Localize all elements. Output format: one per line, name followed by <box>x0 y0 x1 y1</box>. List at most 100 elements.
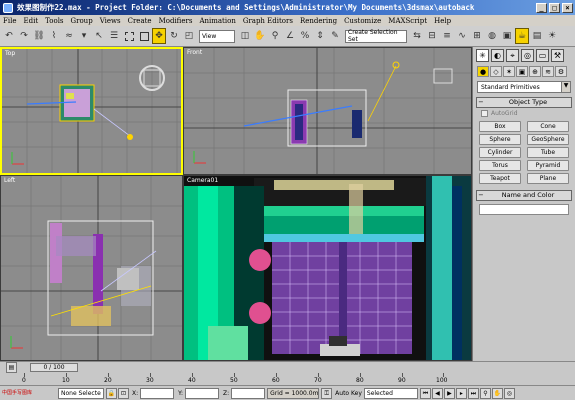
viewport-front[interactable]: Front <box>183 47 472 175</box>
select-by-name-icon[interactable]: ☰ <box>107 28 121 44</box>
menu-file[interactable]: File <box>3 17 16 25</box>
display-tab-icon[interactable]: ▭ <box>536 49 549 62</box>
geosphere-button[interactable]: GeoSphere <box>527 134 569 145</box>
named-selection-sets-dropdown[interactable]: Create Selection Set <box>345 29 407 43</box>
viewport-top[interactable]: Top <box>0 47 183 175</box>
shapes-icon[interactable]: ◇ <box>490 66 502 77</box>
hierarchy-tab-icon[interactable]: ⌖ <box>506 49 519 62</box>
box-button[interactable]: Box <box>479 121 521 132</box>
link-icon[interactable]: ⛓ <box>32 28 46 44</box>
auto-key-button[interactable]: Auto Key <box>335 390 362 397</box>
play-icon[interactable]: ▶ <box>443 387 455 399</box>
motion-tab-icon[interactable]: ◎ <box>521 49 534 62</box>
rectangular-selection-icon[interactable] <box>122 28 136 44</box>
select-object-icon[interactable]: ↖ <box>92 28 106 44</box>
viewport-camera[interactable]: Camera01 <box>183 175 472 361</box>
menu-graph-editors[interactable]: Graph Editors <box>243 17 293 25</box>
select-and-rotate-icon[interactable]: ↻ <box>167 28 181 44</box>
previous-frame-icon[interactable]: ◀ <box>431 387 443 399</box>
render-type-icon[interactable]: ▤ <box>530 28 544 44</box>
utilities-tab-icon[interactable]: ⚒ <box>551 49 564 62</box>
menu-create[interactable]: Create <box>128 17 152 25</box>
edit-named-selections-icon[interactable]: ✎ <box>328 28 342 44</box>
material-editor-icon[interactable]: ◍ <box>485 28 499 44</box>
select-and-move-icon[interactable]: ✥ <box>152 28 166 44</box>
go-to-start-icon[interactable]: ⏮ <box>419 387 431 399</box>
autogrid-checkbox[interactable]: AutoGrid <box>481 110 567 117</box>
spinner-snap-icon[interactable]: ⇕ <box>313 28 327 44</box>
tube-button[interactable]: Tube <box>527 147 569 158</box>
undo-icon[interactable]: ↶ <box>2 28 16 44</box>
layer-manager-icon[interactable]: ≡ <box>440 28 454 44</box>
menu-edit[interactable]: Edit <box>23 17 38 25</box>
quick-render-icon[interactable]: ☕ <box>515 28 529 44</box>
menu-rendering[interactable]: Rendering <box>300 17 337 25</box>
viewport-left[interactable]: Left <box>0 175 183 361</box>
geometry-icon[interactable]: ● <box>477 66 489 77</box>
object-name-field[interactable] <box>479 204 569 215</box>
torus-button[interactable]: Torus <box>479 160 521 171</box>
menu-maxscript[interactable]: MAXScript <box>388 17 427 25</box>
space-warps-icon[interactable]: ≋ <box>542 66 554 77</box>
x-coordinate-field[interactable] <box>140 387 175 399</box>
create-tab-icon[interactable]: ✳ <box>476 49 489 62</box>
helpers-icon[interactable]: ⊕ <box>529 66 541 77</box>
plane-button[interactable]: Plane <box>527 173 569 184</box>
tick-label: 50 <box>230 377 238 384</box>
name-and-color-rollout[interactable]: − Name and Color <box>476 190 572 201</box>
menu-customize[interactable]: Customize <box>344 17 381 25</box>
pyramid-button[interactable]: Pyramid <box>527 160 569 171</box>
transform-mode-icon[interactable]: ⊡ <box>118 387 129 399</box>
cone-button[interactable]: Cone <box>527 121 569 132</box>
snaps-toggle-icon[interactable]: ⚲ <box>268 28 282 44</box>
object-type-rollout[interactable]: − Object Type <box>476 97 572 108</box>
key-icon[interactable]: ⚿ <box>321 387 333 399</box>
menu-help[interactable]: Help <box>434 17 451 25</box>
angle-snap-icon[interactable]: ∠ <box>283 28 297 44</box>
render-scene-icon[interactable]: ▣ <box>500 28 514 44</box>
time-slider[interactable]: 0 / 100 <box>30 363 78 372</box>
active-shade-icon[interactable]: ☀ <box>545 28 559 44</box>
next-frame-icon[interactable]: ▸ <box>455 387 467 399</box>
curve-editor-icon[interactable]: ∿ <box>455 28 469 44</box>
go-to-end-icon[interactable]: ⏭ <box>467 387 479 399</box>
systems-icon[interactable]: ⚙ <box>555 66 567 77</box>
minimize-button[interactable]: _ <box>536 2 547 13</box>
menu-tools[interactable]: Tools <box>45 17 63 25</box>
cylinder-button[interactable]: Cylinder <box>479 147 521 158</box>
menu-group[interactable]: Group <box>71 17 93 25</box>
unlink-icon[interactable]: ⌇ <box>47 28 61 44</box>
primitive-category-dropdown[interactable]: Standard Primitives ▼ <box>477 81 571 93</box>
select-and-manipulate-icon[interactable]: ✋ <box>253 28 267 44</box>
z-coordinate-field[interactable] <box>231 387 266 399</box>
bind-space-warp-icon[interactable]: ≈ <box>62 28 76 44</box>
window-crossing-icon[interactable] <box>137 28 151 44</box>
align-icon[interactable]: ⊟ <box>425 28 439 44</box>
schematic-view-icon[interactable]: ⊞ <box>470 28 484 44</box>
reference-coordinate-dropdown[interactable]: View <box>199 29 235 43</box>
y-coordinate-field[interactable] <box>185 387 220 399</box>
select-and-scale-icon[interactable]: ◰ <box>182 28 196 44</box>
lights-icon[interactable]: ✶ <box>503 66 515 77</box>
mirror-icon[interactable]: ⇆ <box>410 28 424 44</box>
menu-animation[interactable]: Animation <box>199 17 235 25</box>
teapot-button[interactable]: Teapot <box>479 173 521 184</box>
x-label: X: <box>132 389 139 397</box>
menu-views[interactable]: Views <box>100 17 121 25</box>
pan-icon[interactable]: ✋ <box>491 387 503 399</box>
lock-selection-icon[interactable]: 🔒 <box>106 387 117 399</box>
modify-tab-icon[interactable]: ◐ <box>491 49 504 62</box>
maximize-button[interactable]: □ <box>549 2 560 13</box>
use-pivot-center-icon[interactable]: ◫ <box>238 28 252 44</box>
sphere-button[interactable]: Sphere <box>479 134 521 145</box>
orbit-icon[interactable]: ◎ <box>503 387 515 399</box>
zoom-icon[interactable]: ⚲ <box>479 387 491 399</box>
percent-snap-icon[interactable]: % <box>298 28 312 44</box>
redo-icon[interactable]: ↷ <box>17 28 31 44</box>
selection-filter-icon[interactable]: ▾ <box>77 28 91 44</box>
key-filter-dropdown[interactable]: Selected <box>363 387 418 399</box>
mini-curve-editor-icon[interactable]: ▤ <box>6 362 17 373</box>
cameras-icon[interactable]: ▣ <box>516 66 528 77</box>
menu-modifiers[interactable]: Modifiers <box>159 17 193 25</box>
close-button[interactable]: × <box>562 2 573 13</box>
